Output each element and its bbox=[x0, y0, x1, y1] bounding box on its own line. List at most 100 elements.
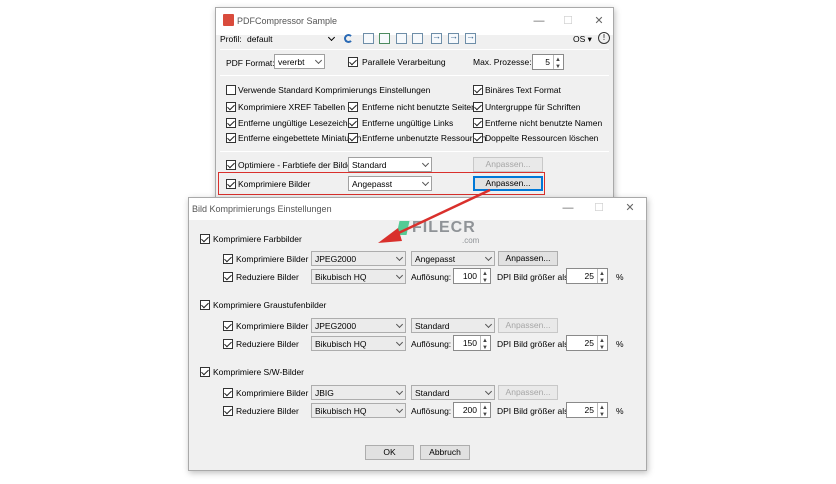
option-checkbox-thumbnails[interactable] bbox=[226, 133, 236, 143]
gray-method-select[interactable]: Bikubisch HQ bbox=[311, 336, 406, 351]
spinner-arrows-icon[interactable] bbox=[597, 402, 607, 422]
optimize-colors-customize-button[interactable]: Anpassen... bbox=[473, 157, 543, 172]
export-icon[interactable] bbox=[448, 31, 459, 44]
gray-dpi-input[interactable]: 25 bbox=[566, 335, 608, 355]
cancel-button[interactable]: Abbruch bbox=[420, 445, 470, 460]
bw-method-select[interactable]: Bikubisch HQ bbox=[311, 403, 406, 418]
gray-percent-label: % bbox=[616, 339, 624, 349]
toolbar-separator bbox=[220, 49, 609, 50]
chevron-down-icon bbox=[314, 56, 323, 65]
color-customize-button[interactable]: Anpassen... bbox=[498, 251, 558, 266]
copy-profile-icon[interactable] bbox=[396, 33, 407, 44]
option-checkbox-font-subset[interactable] bbox=[473, 102, 483, 112]
chevron-down-icon bbox=[395, 271, 404, 280]
options-separator bbox=[220, 75, 609, 76]
optimize-colors-checkbox[interactable] bbox=[226, 160, 236, 170]
color-reduce-checkbox[interactable] bbox=[223, 272, 233, 282]
minimize-icon[interactable]: — bbox=[558, 201, 578, 215]
group-bw-label: Komprimiere S/W-Bilder bbox=[213, 367, 305, 377]
group-color-label: Komprimiere Farbbilder bbox=[213, 234, 302, 244]
run-icon[interactable] bbox=[465, 31, 476, 44]
gray-resolution-input[interactable]: 150 bbox=[453, 335, 491, 355]
option-checkbox-unused-resources[interactable] bbox=[348, 133, 358, 143]
color-resolution-input[interactable]: 100 bbox=[453, 268, 491, 288]
spinner-arrows-icon[interactable] bbox=[597, 335, 607, 355]
option-label-invalid-links: Entferne ungültige Links bbox=[362, 118, 454, 128]
bw-resolution-input[interactable]: 200 bbox=[453, 402, 491, 422]
color-quality-select[interactable]: Angepasst bbox=[411, 251, 495, 266]
color-percent-label: % bbox=[616, 272, 624, 282]
color-dpi-input[interactable]: 25 bbox=[566, 268, 608, 288]
color-codec-select[interactable]: JPEG2000 bbox=[311, 251, 406, 266]
chevron-down-icon bbox=[327, 33, 336, 42]
option-checkbox-duplicate-resources[interactable] bbox=[473, 133, 483, 143]
gray-dpi-value: 25 bbox=[584, 338, 594, 348]
option-checkbox-unused-names[interactable] bbox=[473, 118, 483, 128]
color-compress-checkbox[interactable] bbox=[223, 254, 233, 264]
option-label-binary-text: Binäres Text Format bbox=[485, 85, 561, 95]
profile-select[interactable]: default bbox=[243, 31, 338, 46]
spinner-arrows-icon[interactable] bbox=[480, 268, 490, 288]
option-label-font-subset: Untergruppe für Schriften bbox=[485, 102, 581, 112]
option-checkbox-invalid-links[interactable] bbox=[348, 118, 358, 128]
bw-dpi-label: DPI Bild größer als: bbox=[497, 406, 571, 416]
chevron-down-icon bbox=[484, 253, 493, 262]
maximize-icon: ☐ bbox=[594, 202, 604, 214]
group-gray-checkbox[interactable] bbox=[200, 300, 210, 310]
close-icon[interactable]: ✕ bbox=[589, 14, 609, 28]
color-quality-value: Angepasst bbox=[415, 254, 456, 264]
dialog-title: Bild Komprimierungs Einstellungen bbox=[192, 204, 332, 214]
import-icon[interactable] bbox=[431, 31, 442, 44]
option-label-standard-settings: Verwende Standard Komprimierungs Einstel… bbox=[238, 85, 431, 95]
parallel-label: Parallele Verarbeitung bbox=[362, 57, 446, 67]
gray-reduce-checkbox[interactable] bbox=[223, 339, 233, 349]
option-checkbox-invalid-bookmarks[interactable] bbox=[226, 118, 236, 128]
bw-dpi-value: 25 bbox=[584, 405, 594, 415]
save-profile-icon[interactable] bbox=[379, 33, 390, 44]
spinner-arrows-icon[interactable] bbox=[553, 54, 563, 74]
option-checkbox-binary-text[interactable] bbox=[473, 85, 483, 95]
refresh-icon[interactable] bbox=[344, 34, 353, 43]
ok-button[interactable]: OK bbox=[365, 445, 414, 460]
maximize-icon: ☐ bbox=[563, 15, 573, 27]
gray-compress-checkbox[interactable] bbox=[223, 321, 233, 331]
option-checkbox-unused-pages[interactable] bbox=[348, 102, 358, 112]
color-codec-value: JPEG2000 bbox=[315, 254, 357, 264]
os-menu[interactable]: OS ▾ bbox=[573, 33, 592, 45]
arrow-head bbox=[378, 228, 402, 243]
minimize-icon[interactable]: — bbox=[529, 14, 549, 28]
parallel-checkbox[interactable] bbox=[348, 57, 358, 67]
spinner-arrows-icon[interactable] bbox=[480, 335, 490, 355]
gray-dpi-label: DPI Bild größer als: bbox=[497, 339, 571, 349]
optimize-colors-label: Optimiere - Farbtiefe der Bilder bbox=[238, 160, 355, 170]
option-checkbox-standard-settings[interactable] bbox=[226, 85, 236, 95]
bw-quality-select[interactable]: Standard bbox=[411, 385, 495, 400]
help-icon[interactable]: ! bbox=[598, 32, 610, 44]
color-compress-label: Komprimiere Bilder bbox=[236, 254, 309, 264]
color-method-select[interactable]: Bikubisch HQ bbox=[311, 269, 406, 284]
close-icon[interactable]: ✕ bbox=[620, 201, 640, 215]
pdf-format-value: vererbt bbox=[278, 57, 305, 67]
spinner-arrows-icon[interactable] bbox=[597, 268, 607, 288]
bw-reduce-checkbox[interactable] bbox=[223, 406, 233, 416]
bw-codec-select[interactable]: JBIG bbox=[311, 385, 406, 400]
chevron-down-icon bbox=[395, 387, 404, 396]
new-profile-icon[interactable] bbox=[363, 33, 374, 44]
optimize-colors-select[interactable]: Standard bbox=[348, 157, 432, 172]
bw-customize-button[interactable]: Anpassen... bbox=[498, 385, 558, 400]
bw-resolution-value: 200 bbox=[462, 405, 477, 415]
bw-resolution-label: Auflösung: bbox=[411, 406, 452, 416]
bw-compress-checkbox[interactable] bbox=[223, 388, 233, 398]
delete-profile-icon[interactable] bbox=[412, 33, 423, 44]
group-bw-checkbox[interactable] bbox=[200, 367, 210, 377]
option-checkbox-xref[interactable] bbox=[226, 102, 236, 112]
main-window-title: PDFCompressor Sample bbox=[237, 16, 338, 26]
pdf-format-select[interactable]: vererbt bbox=[274, 54, 325, 69]
gray-customize-button[interactable]: Anpassen... bbox=[498, 318, 558, 333]
max-processes-input[interactable]: 5 bbox=[532, 54, 564, 74]
group-color-checkbox[interactable] bbox=[200, 234, 210, 244]
gray-quality-select[interactable]: Standard bbox=[411, 318, 495, 333]
gray-codec-select[interactable]: JPEG2000 bbox=[311, 318, 406, 333]
spinner-arrows-icon[interactable] bbox=[480, 402, 490, 422]
bw-dpi-input[interactable]: 25 bbox=[566, 402, 608, 422]
